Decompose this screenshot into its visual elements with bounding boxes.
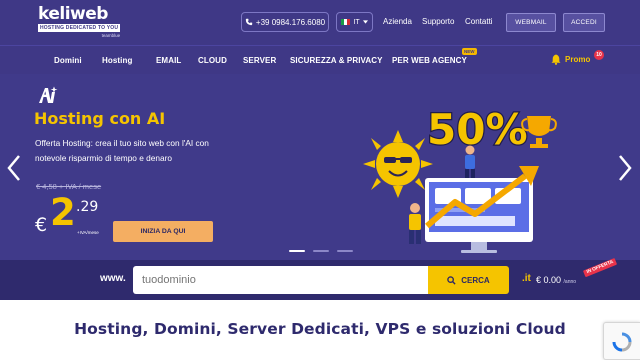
link-azienda[interactable]: Azienda <box>383 17 412 26</box>
nav-web-agency[interactable]: PER WEB AGENCY <box>392 56 467 65</box>
bell-icon <box>551 54 561 65</box>
top-bar: keliweb HOSTING DEDICATED TO YOU teamblu… <box>0 0 640 45</box>
www-prefix: www. <box>100 273 126 284</box>
slider-dot[interactable] <box>337 250 353 252</box>
webmail-button[interactable]: WEBMAIL <box>506 13 556 32</box>
nav-domini[interactable]: Domini <box>54 56 82 65</box>
logo-sub: teamblue <box>101 33 121 38</box>
tld-price-wrap: € 0.00 /anno <box>536 275 576 285</box>
hero-illustration: 50% <box>363 104 557 253</box>
search-icon <box>447 275 456 285</box>
chevron-down-icon <box>362 20 368 24</box>
promo-label: Promo <box>565 55 591 64</box>
price-decimal: .29 <box>76 199 99 215</box>
phone-number: +39 0984.176.6080 <box>255 17 326 27</box>
domain-search-bar: www. CERCA .it € 0.00 /anno IN OFFERTA <box>0 257 640 300</box>
domain-search-input[interactable] <box>133 266 429 294</box>
language-code: IT <box>353 18 360 26</box>
person-sitting-illustration <box>409 203 421 244</box>
nav-email[interactable]: EMAIL <box>156 56 181 65</box>
start-here-button[interactable]: INIZIA DA QUI <box>113 221 213 242</box>
nav-sicurezza[interactable]: SICUREZZA & PRIVACY <box>290 56 383 65</box>
old-price: € 4,58 + IVA / mese <box>36 182 102 191</box>
login-button[interactable]: ACCEDI <box>563 13 605 32</box>
price-unit: +IVA/mese <box>77 230 99 235</box>
phone-icon <box>245 18 253 26</box>
price-integer: 2 <box>50 191 76 234</box>
search-button-label: CERCA <box>461 275 490 285</box>
search-button[interactable]: CERCA <box>428 266 509 294</box>
tld-price: € 0.00 <box>536 275 562 285</box>
slider-dot[interactable] <box>313 250 329 252</box>
person-illustration <box>465 145 475 179</box>
phone-button[interactable]: +39 0984.176.6080 <box>241 12 329 32</box>
nav-server[interactable]: SERVER <box>243 56 276 65</box>
page-tagline: Hosting, Domini, Server Dedicati, VPS e … <box>74 320 566 338</box>
sun-emoji <box>363 130 433 198</box>
logo-tagline: HOSTING DEDICATED TO YOU <box>38 24 121 32</box>
hero-description: Offerta Hosting: crea il tuo sito web co… <box>35 138 209 163</box>
chevron-right-icon[interactable] <box>617 154 633 182</box>
promo-count-badge: 10 <box>594 50 604 60</box>
tld-extension: .it <box>522 273 531 284</box>
flag-icon <box>341 19 351 25</box>
nav-hosting[interactable]: Hosting <box>102 56 132 65</box>
keliweb-logo[interactable]: keliweb HOSTING DEDICATED TO YOU teamblu… <box>38 4 121 38</box>
hero-title: Hosting con AI <box>34 109 166 128</box>
new-badge: NEW <box>462 48 477 55</box>
link-supporto[interactable]: Supporto <box>422 17 454 26</box>
nav-cloud[interactable]: CLOUD <box>198 56 227 65</box>
discount-percent: 50% <box>427 105 528 154</box>
link-contatti[interactable]: Contatti <box>465 17 493 26</box>
slider-dot[interactable] <box>289 250 305 252</box>
slider-dots <box>289 250 353 252</box>
chevron-left-icon[interactable] <box>6 154 22 182</box>
ai-icon <box>39 86 58 103</box>
language-selector[interactable]: IT <box>336 12 373 32</box>
recaptcha-icon <box>612 332 632 352</box>
tld-unit: /anno <box>563 279 577 285</box>
hero-slider: Hosting con AI Offerta Hosting: crea il … <box>0 74 640 260</box>
recaptcha-badge[interactable] <box>603 322 640 360</box>
logo-wordmark: keliweb <box>38 4 108 24</box>
promo-link[interactable]: Promo <box>551 54 590 65</box>
offer-badge: IN OFFERTA <box>582 257 618 278</box>
price-currency: € <box>35 214 48 236</box>
main-nav: Domini Hosting EMAIL CLOUD SERVER SICURE… <box>0 45 640 74</box>
